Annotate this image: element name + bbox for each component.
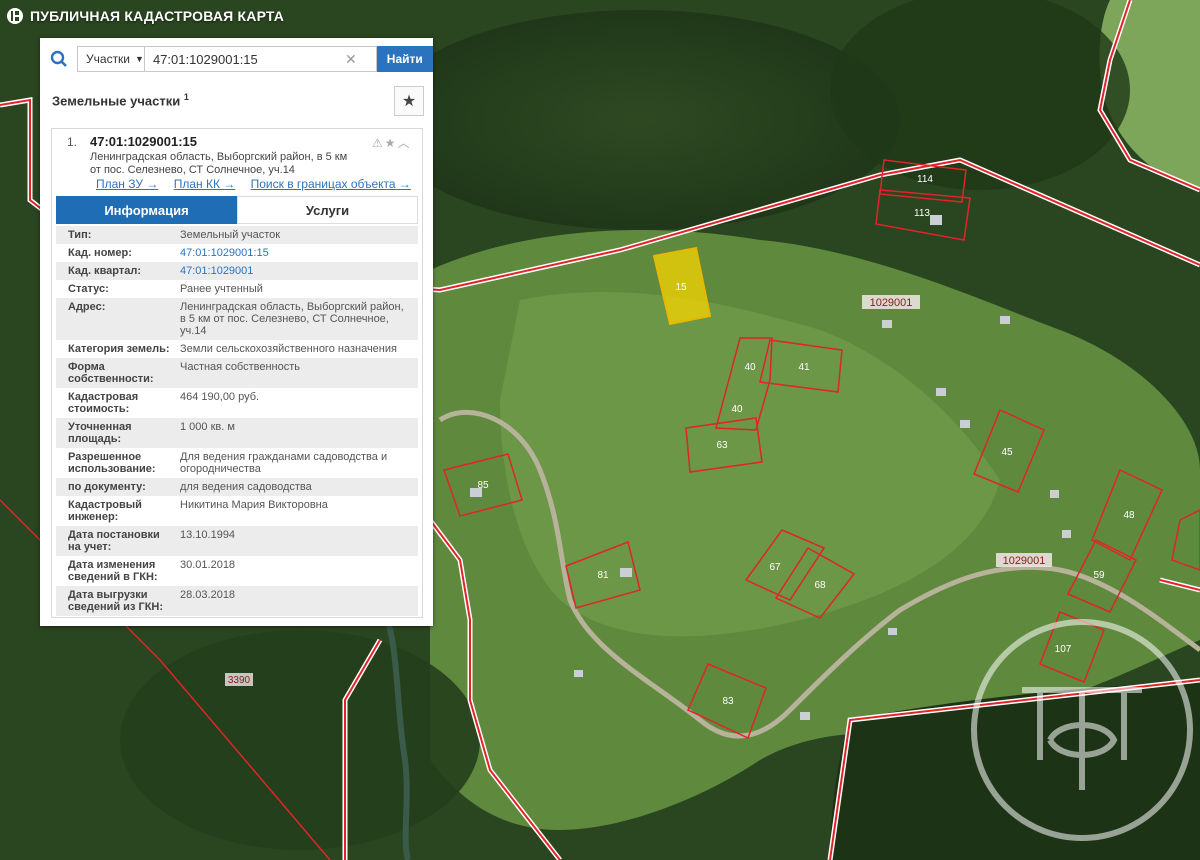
search-icon[interactable]: [40, 38, 77, 80]
property-key: Форма собственности:: [68, 361, 154, 385]
app-title: ПУБЛИЧНАЯ КАДАСТРОВАЯ КАРТА: [30, 8, 285, 24]
parcel-label: 41: [798, 362, 810, 373]
search-bar: Участки ▼ ✕ Найти: [40, 38, 433, 80]
properties-table: Тип: Земельный участок Кад. номер: 47:01:10…: [56, 226, 418, 616]
property-key: Кадастровый инженер:: [68, 499, 142, 523]
property-value: 464 190,00 руб.: [180, 391, 260, 403]
forest-patch: [120, 630, 480, 850]
app-header: ПУБЛИЧНАЯ КАДАСТРОВАЯ КАРТА: [0, 0, 440, 32]
property-row: Статус: Ранее учтенный: [56, 280, 418, 298]
result-address: Ленинградская область, Выборгский район,…: [90, 151, 348, 176]
forest-patch: [380, 10, 900, 230]
parcel-label: 40: [744, 362, 756, 373]
logo-icon: [7, 8, 23, 24]
property-row: Адрес: Ленинградская область, Выборгский …: [56, 298, 418, 340]
parcel-label: 68: [814, 580, 826, 591]
property-value[interactable]: 47:01:1029001: [174, 262, 418, 280]
search-type-select[interactable]: Участки ▼: [77, 46, 145, 72]
results-title: Земельные участки 1: [52, 92, 189, 109]
parcel-label: 63: [716, 440, 728, 451]
star-icon[interactable]: ★: [385, 136, 398, 150]
property-value[interactable]: 47:01:1029001:15: [174, 244, 418, 262]
parcel-label: 113: [914, 208, 930, 219]
parcel-label: 45: [1001, 447, 1013, 458]
parcel-label: 59: [1093, 570, 1105, 581]
parcel-label: 107: [1055, 644, 1072, 655]
property-row: Разрешенное использование: Для ведения гр…: [56, 448, 418, 478]
parcel-label: 40: [731, 404, 743, 415]
search-in-bounds-link[interactable]: Поиск в границах объекта →: [251, 177, 411, 191]
tab-bar: Информация Услуги: [56, 196, 418, 224]
tab-info[interactable]: Информация: [56, 196, 237, 224]
warning-icon[interactable]: ⚠: [372, 136, 385, 150]
property-row: Кад. квартал: 47:01:1029001: [56, 262, 418, 280]
property-value: Земли сельскохозяйственного назначения: [180, 343, 397, 355]
star-icon: ★: [401, 93, 417, 110]
results-header: Земельные участки 1 ★: [40, 82, 433, 118]
quarter-label: 1029001: [870, 297, 913, 309]
property-value: 1 000 кв. м: [180, 421, 235, 433]
parcel-label: 81: [597, 570, 609, 581]
property-key: Статус:: [68, 283, 109, 295]
property-key: Кад. номер:: [68, 247, 132, 259]
close-icon[interactable]: ✕: [345, 51, 357, 68]
results-count: 1: [183, 92, 189, 102]
property-value: Земельный участок: [180, 229, 281, 241]
tab-services[interactable]: Услуги: [237, 196, 418, 224]
property-row: Форма собственности: Частная собственност…: [56, 358, 418, 388]
parcel-label: 114: [917, 174, 933, 185]
property-key: Уточненная площадь:: [68, 421, 132, 445]
parcel-label: 15: [675, 282, 687, 293]
property-value: 28.03.2018: [180, 589, 236, 601]
property-row: Категория земель: Земли сельскохозяйствен…: [56, 340, 418, 358]
plan-kk-link[interactable]: План КК →: [174, 177, 236, 191]
property-value: для ведения садоводства: [180, 481, 312, 493]
parcel-label: 67: [769, 562, 781, 573]
parcel-label: 83: [722, 696, 734, 707]
result-links: План ЗУ → План КК → Поиск в границах объ…: [96, 177, 423, 191]
property-row: Кадастровая стоимость: 464 190,00 руб.: [56, 388, 418, 418]
search-type-label: Участки: [86, 52, 131, 66]
chevron-down-icon: ▼: [135, 54, 144, 64]
property-value: 13.10.1994: [180, 529, 236, 541]
info-panel: Участки ▼ ✕ Найти Земельные участки 1 ★ …: [40, 38, 433, 626]
property-key: по документу:: [68, 481, 146, 493]
property-key: Категория земель:: [68, 343, 170, 355]
property-key: Адрес:: [68, 301, 106, 313]
quarter-label: 1029001: [1003, 555, 1046, 567]
property-value: Частная собственность: [180, 361, 301, 373]
property-row: Кад. номер: 47:01:1029001:15: [56, 244, 418, 262]
property-key: Разрешенное использование:: [68, 451, 156, 475]
result-card: 1. 47:01:1029001:15 Ленинградская област…: [51, 128, 423, 618]
result-cadastral-number[interactable]: 47:01:1029001:15: [90, 134, 197, 149]
property-row: Дата выгрузки сведений из ГКН: 28.03.2018: [56, 586, 418, 616]
plan-zu-link[interactable]: План ЗУ →: [96, 177, 158, 191]
property-value: 30.01.2018: [180, 559, 236, 571]
property-value: Для ведения гражданами садоводства и ого…: [180, 451, 388, 475]
property-row: Уточненная площадь: 1 000 кв. м: [56, 418, 418, 448]
card-actions: ⚠★︿: [372, 134, 412, 151]
property-key: Дата выгрузки сведений из ГКН:: [68, 589, 164, 613]
property-key: Кад. квартал:: [68, 265, 142, 277]
property-key: Дата изменения сведений в ГКН:: [68, 559, 158, 583]
property-row: Тип: Земельный участок: [56, 226, 418, 244]
chevron-up-icon[interactable]: ︿: [398, 136, 412, 150]
property-value: Ранее учтенный: [180, 283, 263, 295]
property-value: Ленинградская область, Выборгский район,…: [180, 301, 404, 337]
property-key: Дата постановки на учет:: [68, 529, 160, 553]
property-value: Никитина Мария Викторовна: [180, 499, 328, 511]
property-key: Кадастровая стоимость:: [68, 391, 139, 415]
favorite-button[interactable]: ★: [394, 86, 424, 116]
property-row: по документу: для ведения садоводства: [56, 478, 418, 496]
quarter-label: 3390: [228, 675, 251, 686]
property-row: Дата постановки на учет: 13.10.1994: [56, 526, 418, 556]
parcel-label: 48: [1123, 510, 1135, 521]
find-button[interactable]: Найти: [376, 46, 433, 72]
result-index: 1.: [67, 135, 78, 149]
property-row: Дата изменения сведений в ГКН: 30.01.2018: [56, 556, 418, 586]
property-key: Тип:: [68, 229, 92, 241]
search-input[interactable]: [144, 46, 377, 72]
property-row: Кадастровый инженер: Никитина Мария Викто…: [56, 496, 418, 526]
